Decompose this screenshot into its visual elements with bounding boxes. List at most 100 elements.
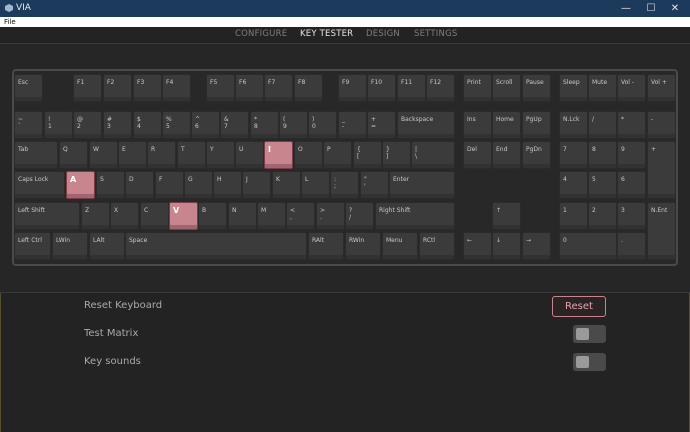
key-minus[interactable]: _ -: [338, 111, 367, 139]
key-caps-lock[interactable]: Caps Lock: [14, 171, 65, 199]
key-f[interactable]: F: [155, 171, 184, 199]
key-y[interactable]: Y: [206, 141, 235, 169]
key-f12[interactable]: F12: [426, 74, 455, 102]
key-c[interactable]: C: [140, 202, 169, 230]
key-period[interactable]: > .: [316, 202, 345, 230]
test-matrix-toggle[interactable]: [573, 325, 606, 343]
key-esc[interactable]: Esc: [14, 74, 43, 102]
key-grave[interactable]: ~ `: [14, 111, 43, 139]
key-lbracket[interactable]: { [: [353, 141, 382, 169]
key-kp-4[interactable]: 4: [559, 171, 588, 199]
key-5[interactable]: % 5: [162, 111, 191, 139]
key-ins[interactable]: Ins: [463, 111, 492, 139]
key-backspace[interactable]: Backspace: [397, 111, 455, 139]
reset-button[interactable]: Reset: [552, 296, 606, 317]
key-print[interactable]: Print: [463, 74, 492, 102]
key-u[interactable]: U: [235, 141, 264, 169]
key-x[interactable]: X: [110, 202, 139, 230]
key-left-win[interactable]: LWin: [52, 232, 88, 260]
key-pause[interactable]: Pause: [522, 74, 551, 102]
key-kp-2[interactable]: 2: [588, 202, 617, 230]
key-1[interactable]: ! 1: [44, 111, 73, 139]
key-o[interactable]: O: [294, 141, 323, 169]
key-6[interactable]: ^ 6: [191, 111, 220, 139]
key-d[interactable]: D: [125, 171, 154, 199]
tab-key-tester[interactable]: KEY TESTER: [300, 29, 353, 39]
key-q[interactable]: Q: [59, 141, 88, 169]
key-equal[interactable]: + =: [367, 111, 396, 139]
key-f1[interactable]: F1: [73, 74, 102, 102]
key-right[interactable]: →: [522, 232, 551, 260]
key-kp-8[interactable]: 8: [588, 141, 617, 169]
key-right-shift[interactable]: Right Shift: [375, 202, 455, 230]
key-k[interactable]: K: [272, 171, 301, 199]
key-f11[interactable]: F11: [397, 74, 426, 102]
key-2[interactable]: @ 2: [73, 111, 102, 139]
key-f2[interactable]: F2: [103, 74, 132, 102]
key-tab[interactable]: Tab: [14, 141, 58, 169]
key-f8[interactable]: F8: [294, 74, 323, 102]
key-g[interactable]: G: [184, 171, 213, 199]
key-h[interactable]: H: [213, 171, 242, 199]
key-kp-7[interactable]: 7: [559, 141, 588, 169]
key-i[interactable]: I: [264, 141, 293, 169]
key-quote[interactable]: " ': [360, 171, 389, 199]
key-f4[interactable]: F4: [162, 74, 191, 102]
key-right-alt[interactable]: RAlt: [308, 232, 344, 260]
key-p[interactable]: P: [323, 141, 352, 169]
key-kp-slash[interactable]: /: [588, 111, 617, 139]
key-f10[interactable]: F10: [367, 74, 396, 102]
key-pgdn[interactable]: PgDn: [522, 141, 551, 169]
key-kp-5[interactable]: 5: [588, 171, 617, 199]
key-kp-enter[interactable]: N.Ent: [647, 202, 676, 260]
key-r[interactable]: R: [147, 141, 176, 169]
key-n[interactable]: N: [228, 202, 257, 230]
key-a[interactable]: A: [66, 171, 95, 199]
menu-file[interactable]: File: [4, 17, 16, 27]
key-pgup[interactable]: PgUp: [522, 111, 551, 139]
key-s[interactable]: S: [96, 171, 125, 199]
key-7[interactable]: & 7: [220, 111, 249, 139]
key-j[interactable]: J: [242, 171, 271, 199]
minimize-button[interactable]: —: [615, 1, 637, 16]
key-kp-0[interactable]: 0: [559, 232, 617, 260]
key-f7[interactable]: F7: [264, 74, 293, 102]
key-t[interactable]: T: [177, 141, 206, 169]
key-left-shift[interactable]: Left Shift: [14, 202, 80, 230]
key-down[interactable]: ↓: [492, 232, 521, 260]
key-kp-star[interactable]: *: [617, 111, 646, 139]
key-f3[interactable]: F3: [133, 74, 162, 102]
key-z[interactable]: Z: [81, 202, 110, 230]
close-button[interactable]: ✕: [664, 1, 686, 16]
key-mute[interactable]: Mute: [588, 74, 617, 102]
key-numlock[interactable]: N.Lck: [559, 111, 588, 139]
key-comma[interactable]: < ,: [286, 202, 315, 230]
key-space[interactable]: Space: [125, 232, 307, 260]
key-l[interactable]: L: [301, 171, 330, 199]
key-up[interactable]: ↑: [492, 202, 521, 230]
key-backslash[interactable]: | \: [411, 141, 455, 169]
key-8[interactable]: * 8: [250, 111, 279, 139]
tab-configure[interactable]: CONFIGURE: [235, 29, 287, 39]
key-enter[interactable]: Enter: [389, 171, 455, 199]
key-sleep[interactable]: Sleep: [559, 74, 588, 102]
key-vol-up[interactable]: Vol +: [647, 74, 676, 102]
key-4[interactable]: $ 4: [133, 111, 162, 139]
key-w[interactable]: W: [89, 141, 118, 169]
key-kp-6[interactable]: 6: [617, 171, 646, 199]
key-menu[interactable]: Menu: [382, 232, 418, 260]
key-scroll[interactable]: Scroll: [492, 74, 521, 102]
key-vol-down[interactable]: Vol -: [617, 74, 646, 102]
key-slash[interactable]: ? /: [345, 202, 374, 230]
key-e[interactable]: E: [118, 141, 147, 169]
key-left-ctrl[interactable]: Left Ctrl: [14, 232, 51, 260]
key-3[interactable]: # 3: [103, 111, 132, 139]
key-f6[interactable]: F6: [235, 74, 264, 102]
key-kp-minus[interactable]: -: [647, 111, 676, 139]
key-left[interactable]: ←: [463, 232, 492, 260]
key-kp-3[interactable]: 3: [617, 202, 646, 230]
key-f5[interactable]: F5: [206, 74, 235, 102]
key-kp-dot[interactable]: .: [617, 232, 646, 260]
key-sounds-toggle[interactable]: [573, 353, 606, 371]
maximize-button[interactable]: ☐: [640, 1, 662, 16]
